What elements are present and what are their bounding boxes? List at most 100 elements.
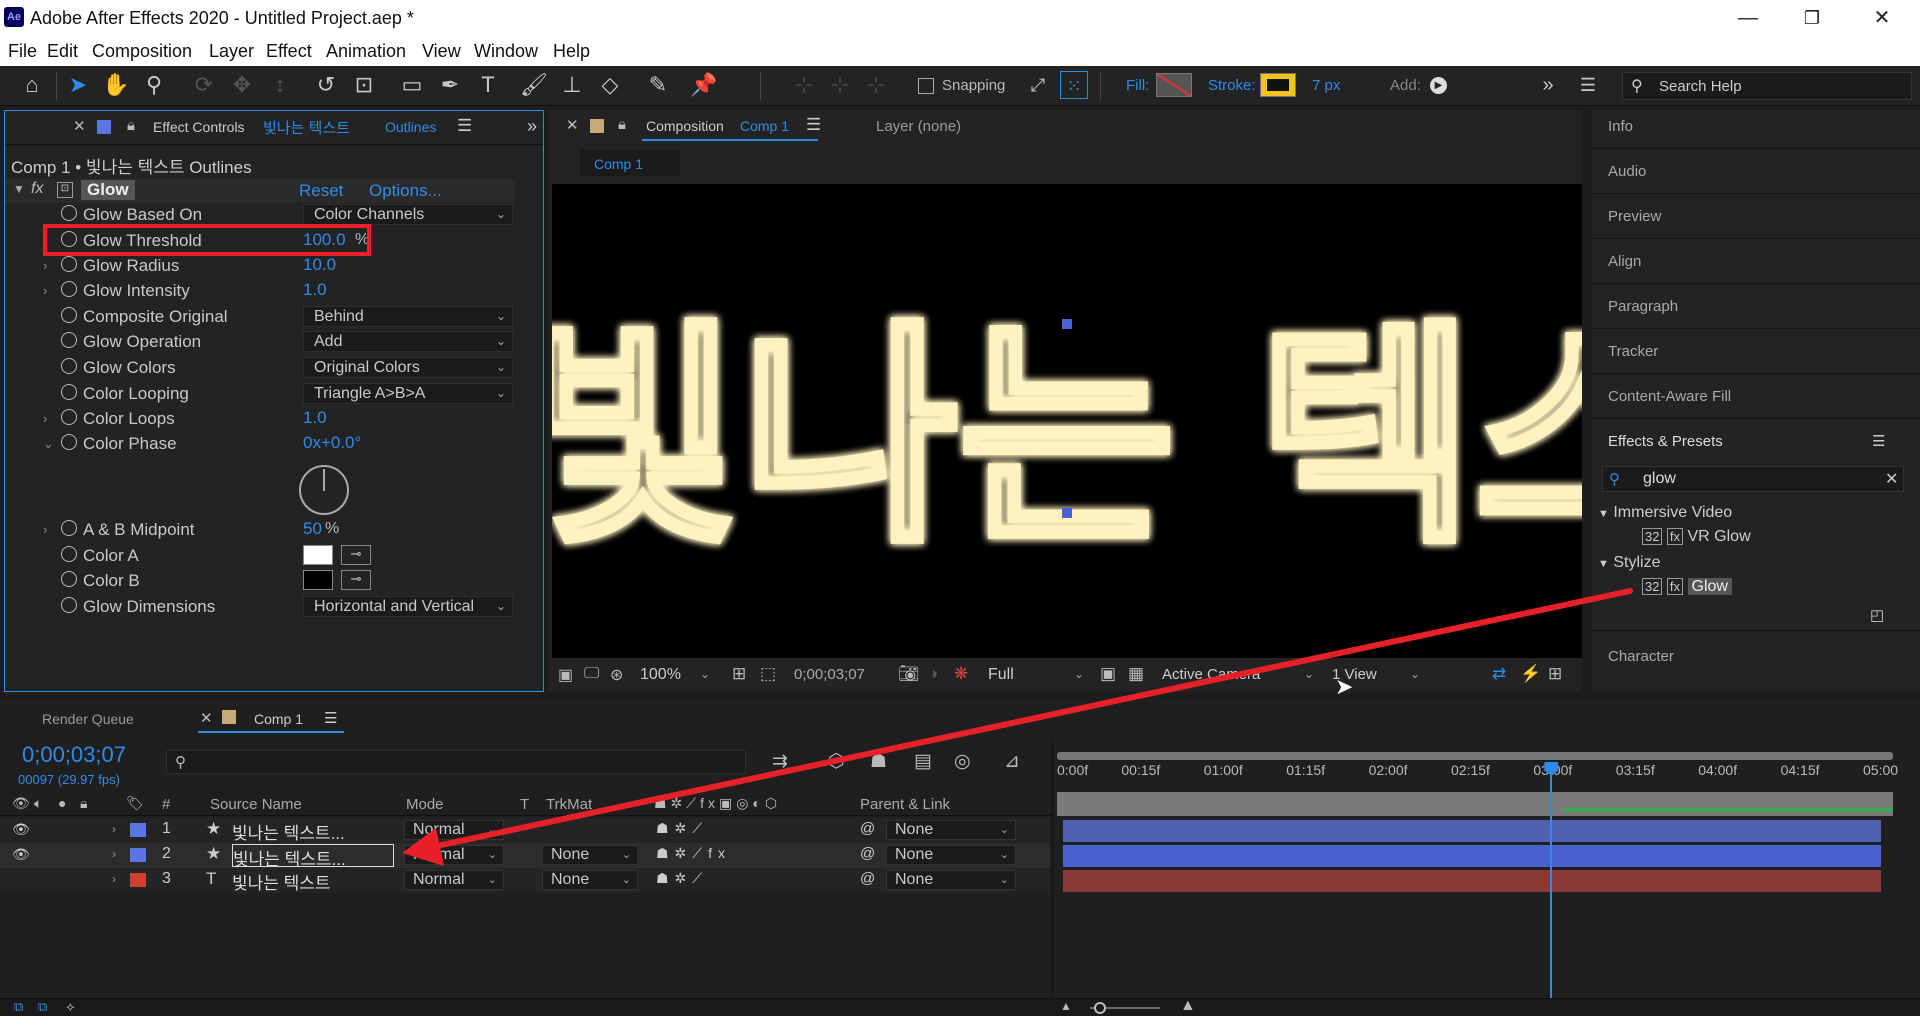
comp-subtab[interactable]: Comp 1 [580,150,680,176]
eye-icon[interactable]: 👁︎ [12,821,30,838]
eyedropper-icon[interactable]: ⊸ [341,545,371,565]
anchor-tool-icon[interactable]: ⊡ [350,71,378,99]
panel-menu-icon[interactable]: ☰ [324,709,337,727]
blend-mode-dropdown[interactable]: Normal ⌄ [404,820,504,840]
layer-switches[interactable]: ☗✲⟋ [656,870,708,887]
eye-icon[interactable]: 👁︎ [12,795,30,812]
property-dropdown[interactable]: Behind ⌄ [303,306,513,327]
fx-icon[interactable]: fx [31,180,43,198]
channel-icon[interactable]: ❋ [954,664,968,684]
stopwatch-icon[interactable] [61,281,77,297]
menu-window[interactable]: Window [474,41,538,62]
expand-chevron-icon[interactable]: › [43,283,47,298]
playhead[interactable] [1544,762,1559,1016]
options-link[interactable]: Options... [369,181,442,201]
orbit-tool-icon[interactable]: ⟳ [190,71,218,99]
stopwatch-icon[interactable] [61,384,77,400]
expand-chevron-icon[interactable]: › [112,872,116,886]
transparency-grid-icon[interactable]: ▦ [1128,664,1144,684]
effect-item-vr-glow[interactable]: 32 fx VR Glow [1642,528,1751,546]
property-value[interactable]: 1.0 [303,408,327,428]
effects-presets-label[interactable]: Effects & Presets [1608,433,1723,450]
work-area-bar[interactable] [1057,752,1893,760]
pick-whip-icon[interactable]: @ [860,845,875,862]
toggle-layer-switches-icon[interactable]: ⧉ [14,999,23,1015]
character-panel-label[interactable]: Character [1608,648,1674,665]
close-tab-icon[interactable]: ✕ [73,117,86,135]
menu-composition[interactable]: Composition [92,41,192,62]
label-color-swatch[interactable] [130,823,146,837]
effect-property-row[interactable]: Composite Original Behind ⌄ [5,305,545,330]
lock-icon[interactable]: 🔒︎ [80,795,87,812]
motion-blur-icon[interactable]: ◎ [954,750,971,773]
effect-property-row[interactable]: › Glow Intensity 1.0 [5,279,545,304]
selection-tool-icon[interactable]: ➤ [64,71,92,99]
solo-icon[interactable]: ● [58,795,66,811]
stopwatch-icon[interactable] [61,358,77,374]
monitor-icon[interactable]: 🖵 [584,665,599,683]
parent-dropdown[interactable]: None ⌄ [886,870,1016,890]
timeline-zoom-slider[interactable] [1090,1002,1160,1014]
current-time[interactable]: 0;00;03;07 [22,742,126,768]
effect-property-row[interactable]: Color A ⊸ [5,544,545,569]
right-panel-item[interactable]: Audio [1608,163,1646,180]
eye-icon[interactable]: 👁︎ [12,846,30,863]
layer-switches[interactable]: ☗✲⟋fx [656,845,731,862]
maximize-button[interactable]: ❐ [1792,4,1832,32]
new-bin-icon[interactable]: ◰ [1870,606,1884,624]
brush-tool-icon[interactable]: 🖌 [520,71,548,99]
viewer-timecode[interactable]: 0;00;03;07 [794,666,865,683]
clone-stamp-icon[interactable]: ⊥ [558,71,586,99]
time-navigator[interactable] [1057,792,1893,816]
column-source-name[interactable]: Source Name [210,796,302,813]
right-panel-item[interactable]: Align [1608,253,1641,270]
layer-name[interactable]: 빛나는 텍스트... [232,819,394,842]
effect-property-row[interactable]: Glow Dimensions Horizontal and Vertical ⌄ [5,595,545,620]
stopwatch-icon[interactable] [61,520,77,536]
right-panel-item[interactable]: Info [1608,118,1633,135]
panel-overflow-icon[interactable]: » [527,116,537,137]
snapping-checkbox[interactable] [918,78,934,94]
property-value[interactable]: 10.0 [303,255,336,275]
vr-goggles-icon[interactable]: ⊛ [610,665,623,685]
layer-name[interactable]: 빛나는 텍스트 [232,869,394,892]
stopwatch-icon[interactable] [61,256,77,272]
effect-controls-layer-name[interactable]: 빛나는 텍스트 [263,117,350,138]
menu-file[interactable]: File [8,41,37,62]
right-panel-item[interactable]: Paragraph [1608,298,1678,315]
lock-icon[interactable]: 🔒︎ [618,116,626,133]
toggle-in-out-icon[interactable]: ⟡ [66,999,75,1015]
layer-duration-bar[interactable] [1063,870,1881,892]
property-dropdown[interactable]: Horizontal and Vertical ⌄ [303,596,513,617]
right-panel-item[interactable]: Tracker [1608,343,1658,360]
zoom-in-mountain-icon[interactable]: ▲ [1180,997,1196,1015]
expand-chevron-icon[interactable]: › [112,847,116,861]
timeline-layer-row[interactable]: 👁︎ › 2 ★ 빛나는 텍스트... Normal ⌄ None ⌄ ☗✲⟋fx @ None ⌄ [0,843,1050,868]
pick-whip-icon[interactable]: @ [860,870,875,887]
stopwatch-icon[interactable] [61,546,77,562]
show-snapshot-icon[interactable]: ◑ [928,664,938,684]
effects-search-input[interactable]: ⚲ glow ✕ [1602,466,1904,492]
property-dropdown[interactable]: Triangle A>B>A ⌄ [303,383,513,404]
dolly-tool-icon[interactable]: ↕ [266,71,294,99]
snap-edge-icon[interactable]: ⤢ [1024,71,1052,99]
workspace-icon[interactable]: ☰ [1574,71,1602,99]
effect-item-glow[interactable]: 32 fx Glow [1642,578,1732,596]
axis-view-icon[interactable]: ⊹ [862,71,890,99]
effect-property-row[interactable]: Color B ⊸ [5,569,545,594]
add-property-icon[interactable]: ▶ [1430,77,1447,94]
effect-property-row[interactable]: › Glow Radius 10.0 [5,254,545,279]
menu-layer[interactable]: Layer [209,41,254,62]
camera-dropdown[interactable]: Active Camera ⌄ [1156,664,1316,686]
audio-icon[interactable]: 🔈︎ [34,795,42,812]
zoom-out-mountain-icon[interactable]: ▲ [1060,999,1072,1013]
expand-chevron-icon[interactable]: › [43,258,47,273]
axis-local-icon[interactable]: ⊹ [790,71,818,99]
blend-mode-dropdown[interactable]: Normal ⌄ [404,870,504,890]
frame-blending-icon[interactable]: ▤ [914,750,932,773]
trkmat-dropdown[interactable]: None ⌄ [542,845,638,865]
label-tag-icon[interactable]: 🏷︎ [126,795,144,812]
stroke-width-value[interactable]: 7 px [1312,77,1340,94]
effect-property-row[interactable]: › A & B Midpoint 50% [5,518,545,543]
timeline-icon[interactable]: ⊞ [1548,664,1562,684]
